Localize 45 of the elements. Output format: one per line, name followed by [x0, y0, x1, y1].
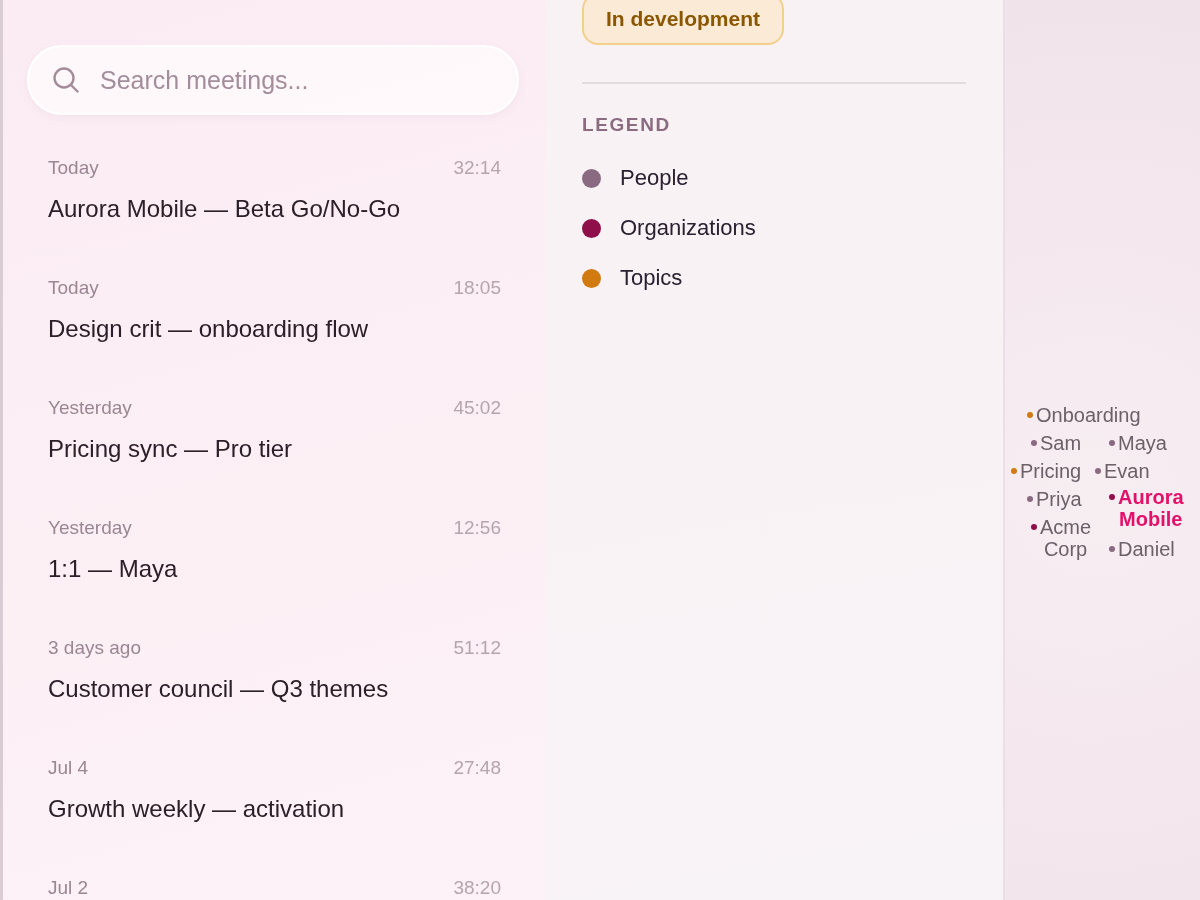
status-badge: In development: [582, 0, 785, 45]
meeting-date: Jul 4: [48, 756, 89, 780]
meeting-date: 3 days ago: [48, 636, 141, 660]
search-field[interactable]: Search meetings...: [27, 45, 519, 115]
node-label[interactable]: Priya: [1036, 488, 1082, 510]
legend-label: Organizations: [620, 214, 756, 242]
node-label[interactable]: Evan: [1104, 460, 1150, 482]
legend-label: Topics: [620, 264, 683, 292]
node-label[interactable]: Onboarding: [1036, 404, 1141, 426]
graph-node-icon: [1109, 440, 1115, 446]
meeting-date: Yesterday: [48, 516, 132, 540]
graph-node-icon: [1031, 440, 1037, 446]
meeting-title[interactable]: Aurora Mobile — Beta Go/No-Go: [48, 194, 501, 224]
graph-node-icon: [1031, 524, 1037, 530]
node-label[interactable]: Daniel: [1118, 538, 1175, 560]
search-icon: [53, 67, 79, 93]
meeting-date: Jul 2: [48, 876, 89, 900]
node-label[interactable]: Sam: [1040, 432, 1082, 454]
meeting-title[interactable]: Pricing sync — Pro tier: [48, 434, 501, 464]
graph-node-icon: [1109, 546, 1115, 552]
meeting-duration: 45:02: [453, 396, 501, 420]
graph-node-icon: [1027, 496, 1033, 502]
meeting-duration: 27:48: [453, 756, 501, 780]
meeting-date: Today: [48, 156, 99, 180]
meeting-duration: 38:20: [453, 876, 501, 900]
meeting-title[interactable]: Design crit — onboarding flow: [48, 314, 501, 344]
graph-node-icon: [1095, 468, 1101, 474]
legend-label: People: [620, 164, 689, 192]
legend-heading: LEGEND: [582, 113, 671, 137]
meeting-title[interactable]: Growth weekly — activation: [48, 794, 501, 824]
meeting-date: Today: [48, 276, 99, 300]
graph-node-icon: [1027, 412, 1033, 418]
graph-node-icon: [1011, 468, 1017, 474]
graph-node-icon: [1109, 494, 1115, 500]
node-label[interactable]: Acme Corp: [1040, 516, 1092, 560]
node-label[interactable]: Pricing: [1020, 460, 1082, 482]
node-label[interactable]: Maya: [1118, 432, 1167, 454]
meeting-duration: 18:05: [453, 276, 501, 300]
meeting-duration: 51:12: [453, 636, 501, 660]
meeting-duration: 12:56: [453, 516, 501, 540]
meeting-duration: 32:14: [453, 156, 501, 180]
meeting-date: Yesterday: [48, 396, 132, 420]
meeting-title[interactable]: Customer council — Q3 themes: [48, 674, 501, 704]
meeting-title[interactable]: 1:1 — Maya: [48, 554, 501, 584]
node-label[interactable]: Aurora Mobile: [1118, 486, 1184, 530]
